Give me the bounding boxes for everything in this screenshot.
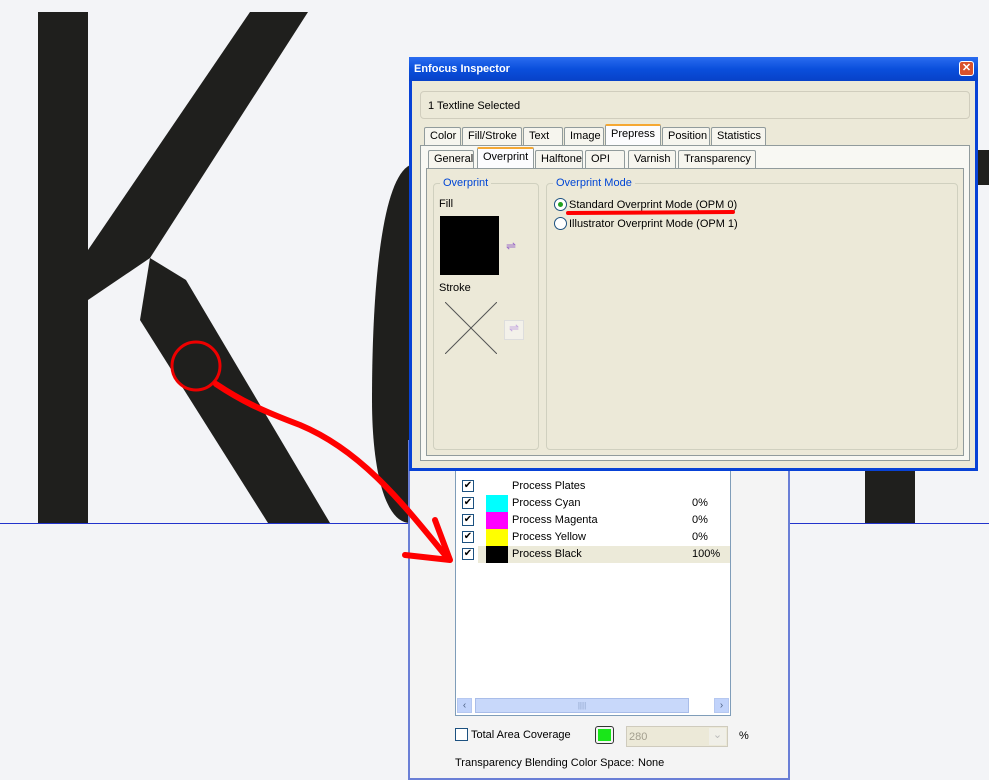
chevron-down-icon[interactable]: ⌄ <box>709 728 726 745</box>
checkbox[interactable]: ✔ <box>462 480 474 492</box>
subtab-general[interactable]: General <box>428 150 474 168</box>
color-swatch <box>486 495 508 512</box>
plate-percent: 0% <box>692 497 708 509</box>
radio-button[interactable] <box>554 217 567 230</box>
separations-list[interactable]: ✔ Process Plates ✔ Process Cyan 0% ✔ Process M… <box>455 470 731 716</box>
tab-position[interactable]: Position <box>662 127 710 145</box>
opm-option-0[interactable]: Standard Overprint Mode (OPM 0) <box>554 198 854 214</box>
dialog-title: Enfocus Inspector <box>414 63 510 75</box>
tac-unit: % <box>739 730 749 742</box>
color-swatch <box>486 512 508 529</box>
separation-row[interactable]: ✔ Process Yellow 0% <box>456 529 730 546</box>
tab-fill-stroke[interactable]: Fill/Stroke <box>462 127 522 145</box>
radio-button[interactable] <box>554 198 567 211</box>
separation-row[interactable]: ✔ Process Cyan 0% <box>456 495 730 512</box>
tac-label: Total Area Coverage <box>471 729 571 741</box>
subtab-overprint[interactable]: Overprint <box>477 147 534 168</box>
fill-label: Fill <box>439 198 454 210</box>
subtab-varnish[interactable]: Varnish <box>628 150 676 168</box>
subtab-halftone[interactable]: Halftone <box>535 150 583 168</box>
glyph-a-partial <box>372 165 410 523</box>
tac-color-button[interactable] <box>595 726 614 744</box>
radio-label: Standard Overprint Mode (OPM 0) <box>569 199 738 211</box>
checkbox[interactable]: ✔ <box>462 548 474 560</box>
tab-statistics[interactable]: Statistics <box>711 127 766 145</box>
scroll-left-icon[interactable]: ‹ <box>457 698 472 713</box>
close-icon[interactable]: ✕ <box>959 61 974 76</box>
tac-value-select[interactable]: 280 ⌄ <box>626 726 728 747</box>
plate-percent: 0% <box>692 514 708 526</box>
subtab-transparency[interactable]: Transparency <box>678 150 756 168</box>
tab-image[interactable]: Image <box>564 127 604 145</box>
plate-name: Process Cyan <box>512 497 581 509</box>
group-label: Overprint <box>440 177 492 189</box>
overprint-mode-group: Overprint Mode Standard Overprint Mode (… <box>546 177 958 450</box>
plate-percent: 0% <box>692 531 708 543</box>
color-swatch <box>486 546 508 563</box>
fill-swatch[interactable] <box>440 216 499 275</box>
plate-name: Process Black <box>512 548 582 560</box>
tab-color[interactable]: Color <box>424 127 461 145</box>
checkbox[interactable]: ✔ <box>462 514 474 526</box>
tac-checkbox[interactable] <box>455 728 468 741</box>
stroke-overprint-toggle-icon[interactable]: ⇌ <box>504 320 524 340</box>
scroll-thumb[interactable]: |||| <box>475 698 689 713</box>
separation-row[interactable]: ✔ Process Black 100% <box>456 546 730 563</box>
separation-row[interactable]: ✔ Process Plates <box>456 478 730 495</box>
checkbox[interactable]: ✔ <box>462 497 474 509</box>
group-label: Overprint Mode <box>553 177 635 189</box>
tab-prepress[interactable]: Prepress <box>605 124 661 145</box>
opm-option-1[interactable]: Illustrator Overprint Mode (OPM 1) <box>554 217 854 233</box>
separation-row[interactable]: ✔ Process Magenta 0% <box>456 512 730 529</box>
radio-label: Illustrator Overprint Mode (OPM 1) <box>569 218 738 230</box>
tab-text[interactable]: Text <box>523 127 563 145</box>
blend-value: None <box>638 757 665 769</box>
glyph-k <box>38 12 330 523</box>
plate-name: Process Magenta <box>512 514 598 526</box>
inspector-dialog: Enfocus Inspector ✕ 1 Textline Selected C… <box>409 57 978 471</box>
plate-name: Process Yellow <box>512 531 586 543</box>
fill-overprint-toggle-icon[interactable]: ⇌ <box>506 239 516 253</box>
color-swatch <box>486 529 508 546</box>
stroke-label: Stroke <box>439 282 471 294</box>
horizontal-scrollbar[interactable]: ‹ |||| › <box>457 697 729 714</box>
overprint-group: Overprint Fill ⇌ Stroke ⇌ <box>433 177 539 450</box>
plate-percent: 100% <box>692 548 721 560</box>
subtab-opi[interactable]: OPI <box>585 150 625 168</box>
glyph-t-partial <box>865 470 915 523</box>
title-bar[interactable]: Enfocus Inspector ✕ <box>409 57 978 81</box>
blend-label: Transparency Blending Color Space: <box>455 757 635 769</box>
scroll-right-icon[interactable]: › <box>714 698 729 713</box>
selection-status: 1 Textline Selected <box>420 91 970 119</box>
tac-value: 280 <box>629 731 648 743</box>
plate-name: Process Plates <box>512 480 586 492</box>
stroke-none-swatch[interactable] <box>445 302 497 354</box>
checkbox[interactable]: ✔ <box>462 531 474 543</box>
